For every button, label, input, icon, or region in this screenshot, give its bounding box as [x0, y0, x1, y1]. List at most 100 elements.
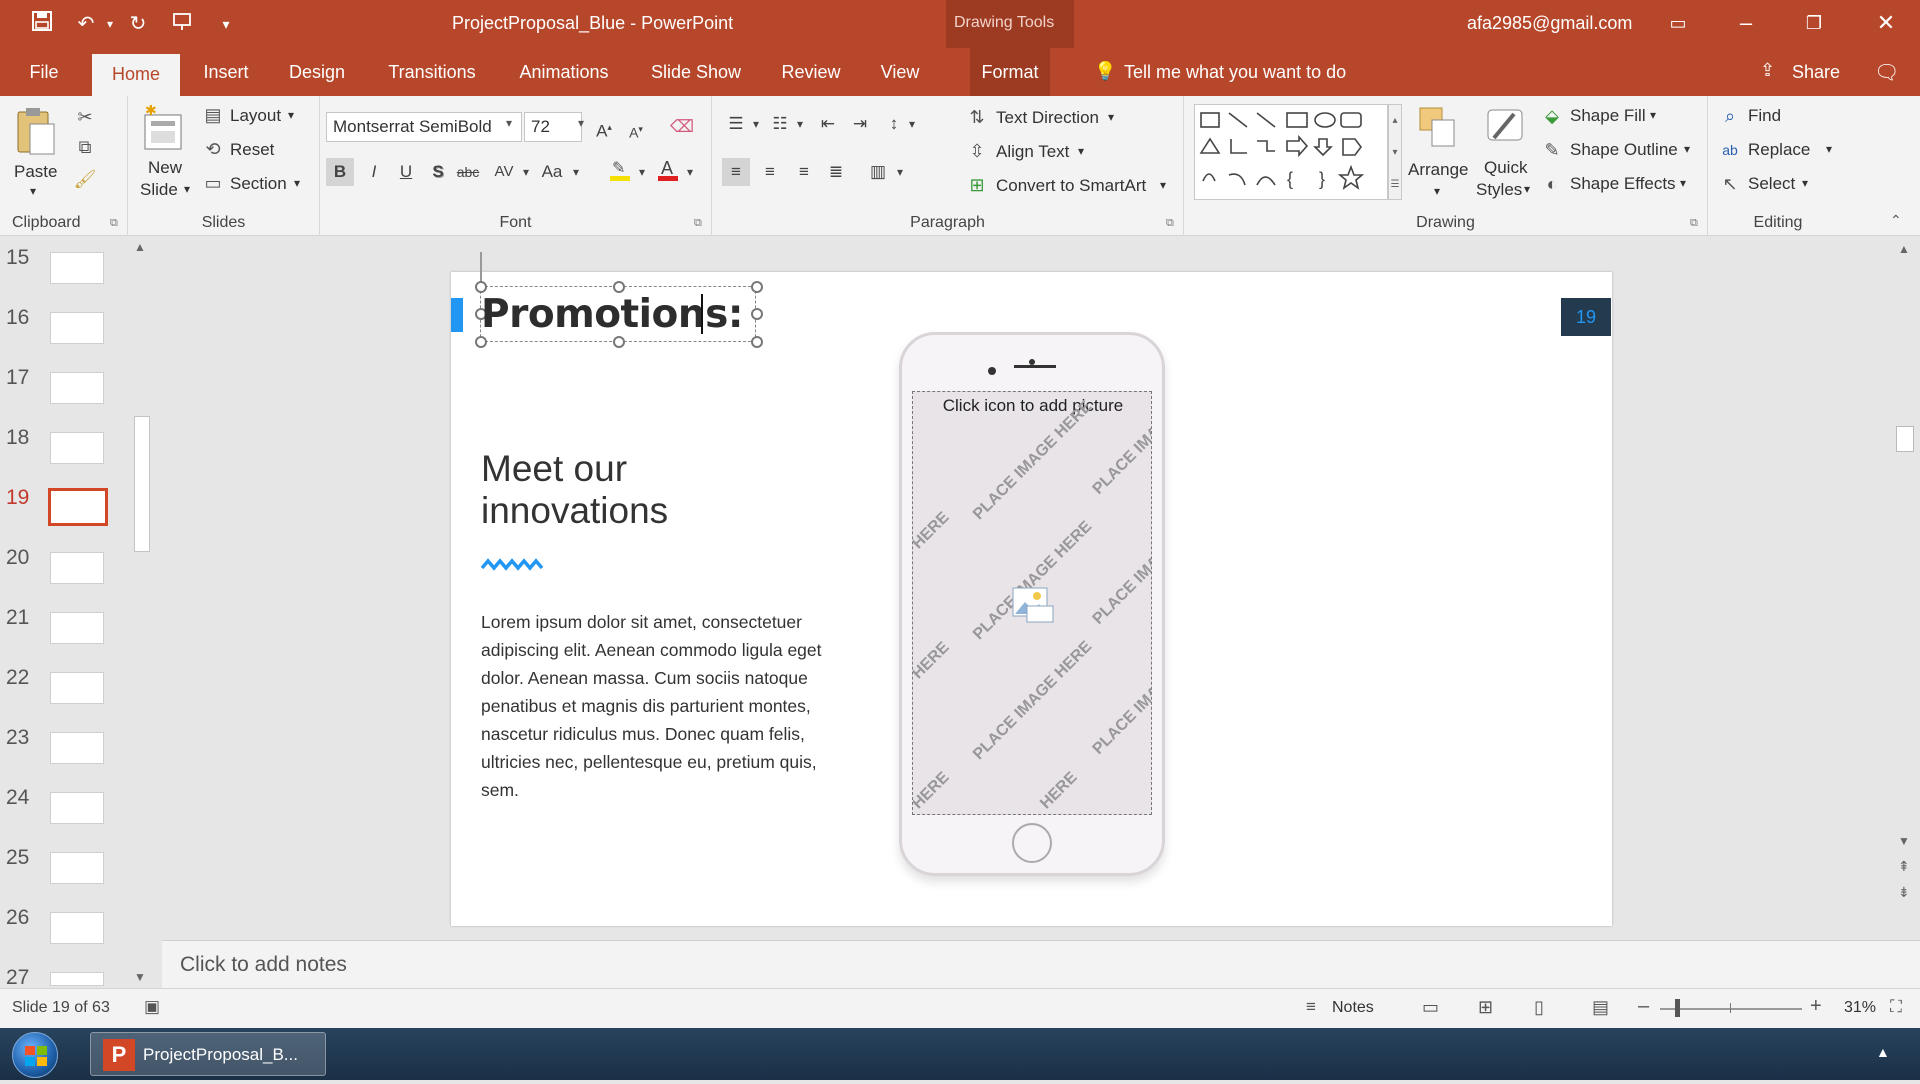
slide-thumbnail[interactable] [50, 972, 104, 986]
align-text-button[interactable]: Align Text [996, 142, 1069, 162]
section-heading-line-1[interactable]: Meet our [481, 448, 627, 490]
paste-dropdown-icon[interactable]: ▾ [30, 184, 36, 198]
tab-file[interactable]: File [14, 48, 74, 96]
justify-icon[interactable]: ≣ [822, 158, 850, 186]
shape-effects-button[interactable]: Shape Effects [1570, 174, 1676, 194]
slide-thumbnail[interactable] [50, 552, 104, 584]
slide-sorter-icon[interactable]: ⊞ [1478, 997, 1493, 1018]
slide-thumbnail[interactable] [50, 732, 104, 764]
slide-thumbnail[interactable] [50, 252, 104, 284]
shape-effects-dropdown-icon[interactable]: ▾ [1680, 176, 1686, 190]
start-slideshow-icon[interactable] [168, 10, 196, 38]
quick-styles-icon[interactable] [1482, 102, 1530, 154]
scroll-thumb[interactable] [134, 416, 150, 552]
resize-handle[interactable] [613, 336, 625, 348]
font-launcher-icon[interactable]: ⧉ [694, 217, 702, 230]
format-painter-icon[interactable]: 🖌 [72, 166, 98, 192]
notes-icon[interactable]: ≡ [1306, 997, 1316, 1017]
section-heading-line-2[interactable]: innovations [481, 490, 668, 532]
italic-button[interactable]: I [360, 158, 388, 186]
decrease-font-icon[interactable]: A▾ [622, 115, 650, 143]
ribbon-display-options-icon[interactable]: ▭ [1644, 0, 1712, 48]
cut-icon[interactable]: ✂ [72, 104, 98, 130]
text-direction-icon[interactable]: ⇅ [966, 106, 988, 128]
previous-slide-icon[interactable]: ⇞ [1898, 858, 1910, 875]
strikethrough-button[interactable]: abc [454, 158, 482, 186]
drawing-launcher-icon[interactable]: ⧉ [1690, 217, 1698, 230]
slide-thumbnail-selected[interactable] [48, 488, 108, 526]
close-icon[interactable]: ✕ [1852, 0, 1920, 48]
shape-outline-icon[interactable]: ✎ [1540, 138, 1564, 162]
normal-view-icon[interactable]: ▭ [1422, 997, 1439, 1018]
zoom-slider[interactable] [1660, 1008, 1802, 1010]
account-email[interactable]: afa2985@gmail.com [1467, 13, 1632, 34]
find-icon[interactable]: ⌕ [1718, 104, 1742, 128]
shape-effects-icon[interactable]: ◐ [1540, 172, 1564, 196]
slide-title[interactable]: Promotions: [481, 292, 743, 337]
shape-outline-dropdown-icon[interactable]: ▾ [1684, 142, 1690, 156]
slide-scrollbar[interactable]: ▲ ▼ ⇞ ⇟ [1894, 240, 1916, 940]
share-button[interactable]: Share [1792, 62, 1840, 83]
reset-button[interactable]: Reset [230, 140, 274, 160]
scroll-thumb[interactable] [1896, 426, 1914, 452]
highlight-dropdown-icon[interactable]: ▾ [628, 158, 656, 186]
tab-home[interactable]: Home [92, 54, 180, 96]
collapse-ribbon-icon[interactable]: ⌃ [1890, 212, 1902, 229]
undo-dropdown-icon[interactable]: ▾ [96, 10, 124, 38]
comments-icon[interactable]: 🗨 [1874, 60, 1899, 85]
replace-dropdown-icon[interactable]: ▾ [1826, 142, 1832, 156]
layout-button[interactable]: Layout [230, 106, 281, 126]
resize-handle[interactable] [751, 308, 763, 320]
change-case-dropdown-icon[interactable]: ▾ [562, 158, 590, 186]
select-button[interactable]: Select [1748, 174, 1795, 194]
arrange-button[interactable]: Arrange [1408, 160, 1468, 180]
find-button[interactable]: Find [1748, 106, 1781, 126]
repeat-icon[interactable]: ↻ [124, 10, 152, 38]
notes-placeholder[interactable]: Click to add notes [180, 953, 347, 977]
align-text-icon[interactable]: ⇳ [966, 140, 988, 162]
next-slide-icon[interactable]: ⇟ [1898, 884, 1910, 901]
tab-review[interactable]: Review [776, 48, 846, 96]
reading-view-icon[interactable]: ▯ [1534, 997, 1544, 1018]
select-dropdown-icon[interactable]: ▾ [1802, 176, 1808, 190]
slide-thumbnail[interactable] [50, 792, 104, 824]
scroll-down-icon[interactable]: ▼ [134, 970, 146, 984]
slide[interactable]: Promotions: 19 Meet our innovations Lore… [451, 252, 1612, 926]
arrange-dropdown-icon[interactable]: ▾ [1434, 184, 1440, 198]
shape-fill-button[interactable]: Shape Fill [1570, 106, 1646, 126]
save-icon[interactable] [28, 10, 56, 38]
tab-view[interactable]: View [872, 48, 928, 96]
slide-thumbnail[interactable] [50, 432, 104, 464]
numbering-dropdown-icon[interactable]: ▾ [786, 110, 814, 138]
line-spacing-dropdown-icon[interactable]: ▾ [898, 110, 926, 138]
shape-outline-button[interactable]: Shape Outline [1570, 140, 1678, 160]
reset-icon[interactable]: ⟲ [202, 138, 224, 160]
layout-icon[interactable]: ▤ [202, 104, 224, 126]
resize-handle[interactable] [751, 281, 763, 293]
scroll-up-icon[interactable]: ▲ [134, 240, 146, 254]
new-slide-dropdown-icon[interactable]: ▾ [184, 182, 190, 196]
quick-styles-dropdown-icon[interactable]: ▾ [1524, 182, 1530, 196]
section-icon[interactable]: ▭ [202, 172, 224, 194]
clear-formatting-icon[interactable]: ⌫ [668, 113, 696, 141]
restore-icon[interactable]: ❐ [1780, 0, 1848, 48]
smartart-dropdown-icon[interactable]: ▾ [1160, 178, 1166, 192]
tab-insert[interactable]: Insert [194, 48, 258, 96]
font-family-field[interactable]: Montserrat SemiBold [326, 112, 522, 142]
font-family-dropdown-icon[interactable]: ▾ [506, 116, 512, 130]
body-paragraph[interactable]: Lorem ipsum dolor sit amet, consectetuer… [481, 608, 833, 804]
copy-icon[interactable]: ⧉ [72, 134, 98, 160]
new-slide-label-1[interactable]: New [148, 158, 182, 178]
shape-fill-dropdown-icon[interactable]: ▾ [1650, 108, 1656, 122]
notes-toggle[interactable]: Notes [1332, 999, 1374, 1017]
thumbnail-scrollbar[interactable]: ▲ ▼ [128, 236, 156, 988]
zoom-level[interactable]: 31% [1844, 999, 1876, 1017]
tab-slide-show[interactable]: Slide Show [644, 48, 748, 96]
picture-placeholder[interactable]: Click icon to add picture PLACE IMAGE HE… [912, 391, 1152, 815]
align-left-icon[interactable]: ≡ [722, 158, 750, 186]
align-text-dropdown-icon[interactable]: ▾ [1078, 144, 1084, 158]
decrease-indent-icon[interactable]: ⇤ [814, 110, 842, 138]
increase-indent-icon[interactable]: ⇥ [846, 110, 874, 138]
shapes-gallery-scroll[interactable]: ▴ ▾ ☰ [1388, 104, 1402, 200]
paste-icon[interactable] [12, 104, 60, 160]
